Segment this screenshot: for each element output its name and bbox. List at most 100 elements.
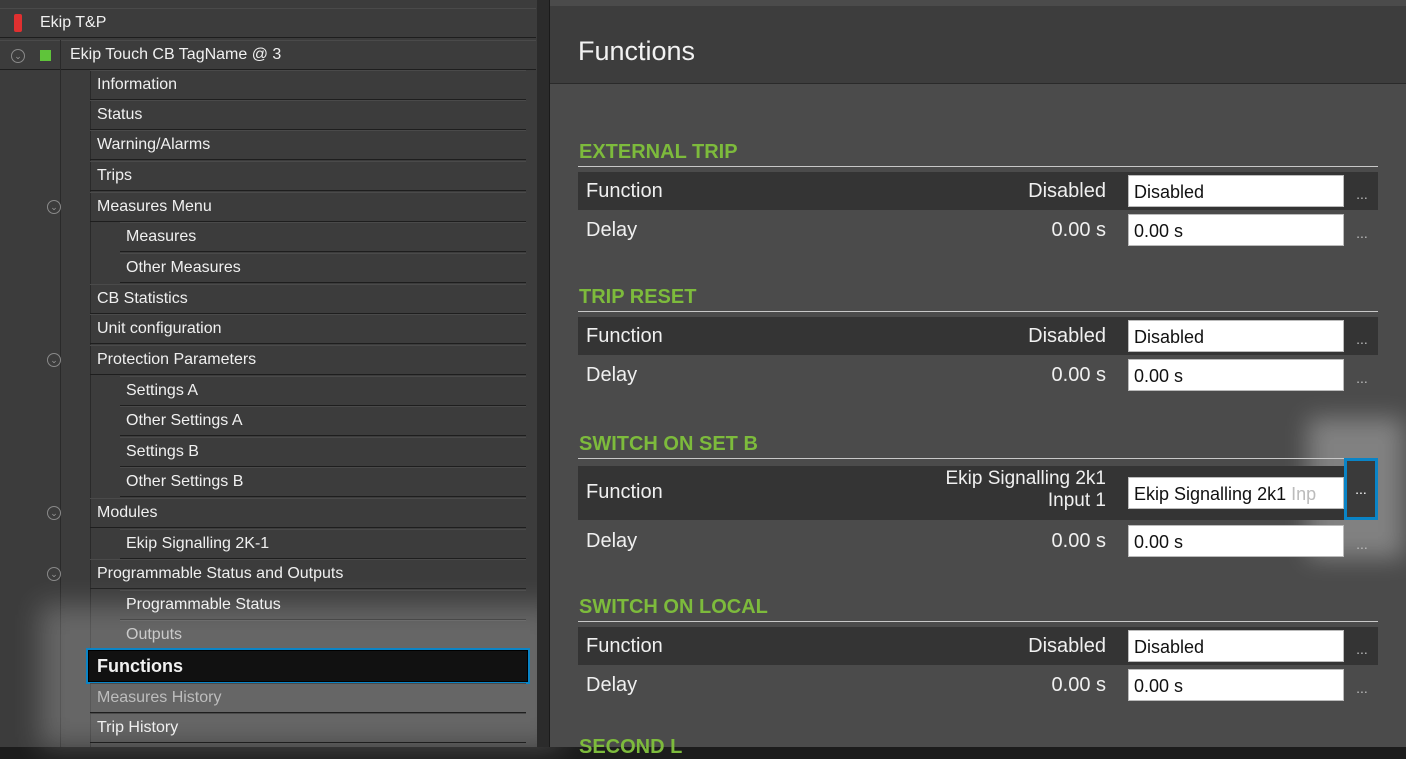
sidebar-item-other-measures[interactable]: Other Measures [120,253,526,283]
sidebar-item-settings-a[interactable]: Settings A [120,376,526,406]
sidebar-item-warning-alarms[interactable]: Warning/Alarms [90,130,526,160]
delay-input[interactable]: 0.00 s [1128,359,1344,391]
sidebar-item-programmable-status-outputs[interactable]: Programmable Status and Outputs [90,559,526,589]
sidebar-item-label: Other Settings B [126,473,244,490]
sidebar-item-label: Trip History [97,719,179,736]
sidebar-item-label: Measures [126,228,197,245]
sidebar-item-label: Other Settings A [126,412,243,429]
section-title-switch-on-local: SWITCH ON LOCAL [579,596,768,618]
param-label: Function [586,481,663,503]
sidebar-item-label: Unit configuration [97,320,222,337]
sidebar-item-label: Warning/Alarms [97,136,211,153]
sidebar-item-label: Programmable Status and Outputs [97,565,344,582]
sidebar-item-other-settings-a[interactable]: Other Settings A [120,406,526,436]
tree-root[interactable]: Ekip T&P [0,8,536,38]
tree-device-label: Ekip Touch CB TagName @ 3 [70,46,282,63]
sidebar-item-trip-history[interactable]: Trip History [90,713,526,743]
sidebar-item-label: Modules [97,504,158,521]
sidebar-item-protection-parameters[interactable]: Protection Parameters [90,345,526,375]
sidebar-item-unit-configuration[interactable]: Unit configuration [90,314,526,344]
section-divider [578,621,1378,622]
sidebar-item-label: Status [97,106,143,123]
sidebar-item-status[interactable]: Status [90,100,526,130]
browse-button[interactable]: ... [1344,458,1378,520]
param-row-function: Function Disabled Disabled ... [578,627,1378,665]
sidebar-item-settings-b[interactable]: Settings B [120,437,526,467]
section-title-switch-on-set-b: SWITCH ON SET B [579,433,758,455]
param-row-function: Function Disabled Disabled ... [578,317,1378,355]
function-input[interactable]: Disabled [1128,175,1344,207]
delay-input[interactable]: 0.00 s [1128,669,1344,701]
param-current-value: Disabled [1028,635,1106,657]
sidebar-item-measures[interactable]: Measures [120,222,526,252]
param-row-delay: Delay 0.00 s 0.00 s ... [578,666,1378,704]
delay-input[interactable]: 0.00 s [1128,214,1344,246]
sidebar-item-label: Protection Parameters [97,351,257,368]
param-label: Delay [586,364,638,386]
param-current-value: Ekip Signalling 2k1 Input 1 [945,468,1106,512]
param-current-value: 0.00 s [1051,530,1106,552]
section-divider [578,166,1378,167]
sidebar-item-label: Measures Menu [97,198,212,215]
function-input[interactable]: Ekip Signalling 2k1 Inp [1128,477,1344,509]
param-row-delay: Delay 0.00 s 0.00 s ... [578,211,1378,249]
tree-guide-line [60,40,61,747]
content-header: Functions [550,6,1406,84]
browse-button[interactable]: ... [1348,360,1376,390]
param-row-delay: Delay 0.00 s 0.00 s ... [578,522,1378,560]
sidebar-item-label: Trips [97,167,132,184]
content-panel: Functions EXTERNAL TRIP Function Disable… [550,0,1406,758]
sidebar-item-outputs[interactable]: Outputs [120,620,526,650]
param-current-value: Disabled [1028,325,1106,347]
page-title: Functions [578,36,696,66]
param-label: Function [586,325,663,347]
sidebar-item-trips[interactable]: Trips [90,161,526,191]
param-value-line2: Input 1 [1047,490,1106,511]
param-label: Delay [586,219,638,241]
sidebar-item-label: Programmable Status [126,596,281,613]
sidebar-item-measures-history[interactable]: Measures History [90,683,526,713]
param-current-value: 0.00 s [1051,674,1106,696]
status-green-icon [40,50,51,61]
function-input[interactable]: Disabled [1128,630,1344,662]
sidebar-item-measures-menu[interactable]: Measures Menu [90,192,526,222]
sidebar-item-programmable-status[interactable]: Programmable Status [120,590,526,620]
sidebar-item-information[interactable]: Information [90,70,526,100]
section-title-external-trip: EXTERNAL TRIP [579,141,738,163]
sidebar-item-label: Functions [97,655,183,676]
tree-device[interactable]: ⌄ Ekip Touch CB TagName @ 3 [0,40,536,70]
function-input[interactable]: Disabled [1128,320,1344,352]
sidebar-item-functions[interactable]: Functions [86,648,530,684]
collapse-icon[interactable]: ⌄ [11,49,25,63]
browse-button[interactable]: ... [1348,176,1376,206]
browse-button[interactable]: ... [1348,670,1376,700]
function-input-text: Ekip Signalling 2k1 [1134,484,1287,504]
param-label: Delay [586,674,638,696]
sidebar-item-modules[interactable]: Modules [90,498,526,528]
collapse-icon[interactable]: ⌄ [47,567,61,581]
sidebar-item-label: Settings A [126,382,199,399]
sidebar-item-label: Other Measures [126,259,241,276]
param-label: Function [586,180,663,202]
sidebar-item-label: Measures History [97,689,222,706]
param-row-delay: Delay 0.00 s 0.00 s ... [578,356,1378,394]
sidebar-item-ekip-signalling-2k-1[interactable]: Ekip Signalling 2K-1 [120,529,526,559]
browse-button[interactable]: ... [1348,631,1376,661]
delay-input[interactable]: 0.00 s [1128,525,1344,557]
sidebar-item-other-settings-b[interactable]: Other Settings B [120,467,526,497]
collapse-icon[interactable]: ⌄ [47,353,61,367]
param-row-function: Function Disabled Disabled ... [578,172,1378,210]
collapse-icon[interactable]: ⌄ [47,200,61,214]
param-label: Function [586,635,663,657]
param-label: Delay [586,530,638,552]
panel-splitter[interactable] [537,0,550,747]
browse-button[interactable]: ... [1348,321,1376,351]
browse-button[interactable]: ... [1348,215,1376,245]
param-current-value: Disabled [1028,180,1106,202]
section-title-trip-reset: TRIP RESET [579,286,697,308]
browse-button[interactable]: ... [1348,526,1376,556]
section-divider [578,458,1378,459]
sidebar-item-label: Information [97,76,178,93]
sidebar-item-cb-statistics[interactable]: CB Statistics [90,284,526,314]
collapse-icon[interactable]: ⌄ [47,506,61,520]
